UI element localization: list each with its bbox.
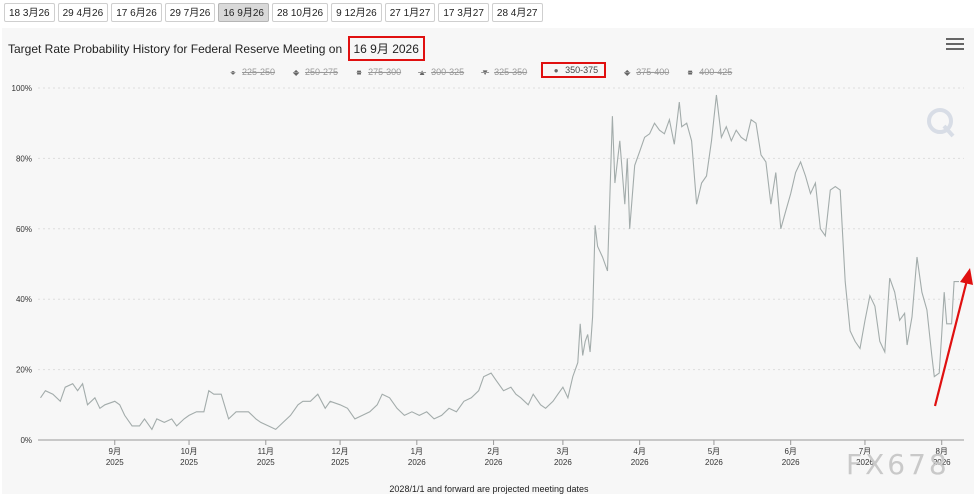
x-tick-label-year: 2026 [408, 458, 426, 467]
x-tick-label-year: 2026 [782, 458, 800, 467]
x-tick-label-year: 2025 [257, 458, 275, 467]
x-tick-label-month: 6月 [784, 447, 796, 456]
annotation-arrow-head [960, 268, 973, 285]
x-tick-label-month: 9月 [109, 447, 121, 456]
x-tick-label-year: 2026 [705, 458, 723, 467]
x-tick-label-month: 10月 [181, 447, 198, 456]
watermark: FX678 [846, 448, 950, 481]
y-tick-label: 20% [16, 366, 32, 375]
y-tick-label: 80% [16, 154, 32, 163]
x-tick-label-year: 2025 [106, 458, 124, 467]
x-tick-label-year: 2025 [331, 458, 349, 467]
x-tick-label-month: 3月 [557, 447, 569, 456]
x-tick-label-month: 11月 [258, 447, 274, 456]
x-tick-label-year: 2026 [485, 458, 503, 467]
y-tick-label: 100% [12, 84, 32, 93]
x-tick-label-month: 5月 [708, 447, 720, 456]
x-tick-label-month: 1月 [411, 447, 423, 456]
x-tick-label-month: 2月 [487, 447, 499, 456]
footnote: 2028/1/1 and forward are projected meeti… [389, 484, 589, 494]
x-tick-label-month: 12月 [332, 447, 349, 456]
x-tick-label-month: 4月 [633, 447, 645, 456]
annotation-arrow-shaft [933, 275, 970, 407]
y-tick-label: 60% [16, 225, 32, 234]
y-tick-label: 0% [20, 436, 32, 445]
x-tick-label-year: 2026 [554, 458, 572, 467]
y-tick-label: 40% [16, 295, 32, 304]
x-tick-label-year: 2025 [180, 458, 198, 467]
x-tick-label-year: 2026 [631, 458, 649, 467]
chart-svg: 0% 20% 40% 60% 80% 100% 9月 2025 10月 2025 11月 2025 12… [12, 84, 973, 467]
series-line-350-375 [40, 94, 959, 431]
